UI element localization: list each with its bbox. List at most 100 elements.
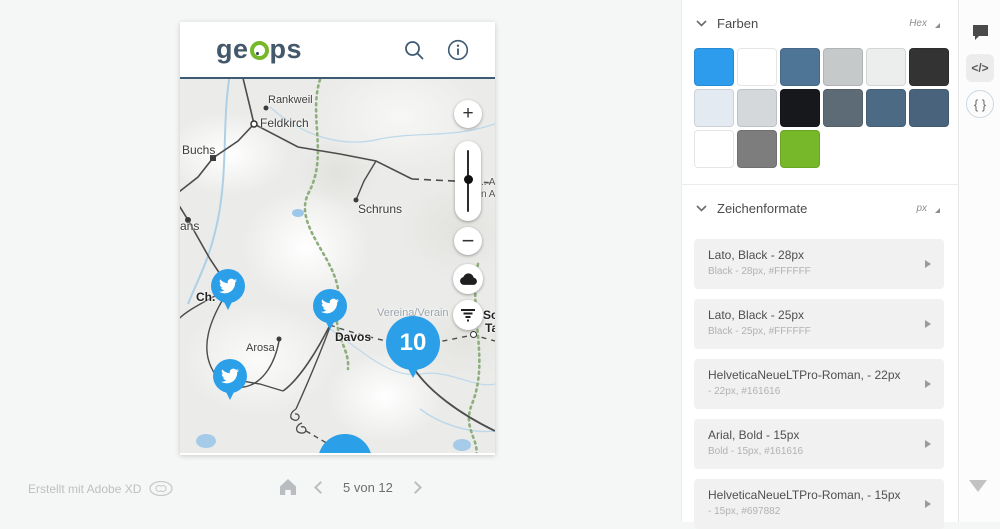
expand-arrow-icon[interactable] xyxy=(925,500,931,508)
styles-section-title: Zeichenformate xyxy=(717,201,807,216)
chevron-down-icon[interactable] xyxy=(696,205,707,212)
expand-arrow-icon[interactable] xyxy=(925,380,931,388)
prev-artboard-icon[interactable] xyxy=(314,481,327,494)
right-toolbar-rail: </> { } xyxy=(958,0,1000,522)
color-swatch[interactable] xyxy=(737,130,777,168)
unit-dropdown-icon[interactable] xyxy=(935,23,940,28)
unit-dropdown-icon[interactable] xyxy=(935,208,940,213)
geops-logo: ge ps xyxy=(216,34,302,65)
info-icon[interactable] xyxy=(447,39,469,61)
station-marker xyxy=(470,331,477,338)
zoom-in-button[interactable]: + xyxy=(454,100,482,128)
twitter-bird-icon xyxy=(221,367,239,385)
expand-arrow-icon[interactable] xyxy=(925,320,931,328)
map-label-arosa: Arosa xyxy=(246,342,275,354)
preview-canvas: ge ps xyxy=(0,0,681,522)
style-card-subtitle: Black - 28px, #FFFFFF xyxy=(708,266,932,277)
style-card-title: Lato, Black - 25px xyxy=(708,308,932,322)
scroll-down-indicator-icon[interactable] xyxy=(969,480,987,492)
color-unit-label[interactable]: Hex xyxy=(909,18,927,29)
color-swatch[interactable] xyxy=(737,48,777,86)
map-label-ans: ans xyxy=(180,219,199,233)
map-pin-twitter-davos[interactable] xyxy=(313,289,347,323)
colors-section-header: Farben Hex xyxy=(682,0,958,46)
spec-panel: Farben Hex Zeichenformate px Lato, Black… xyxy=(681,0,958,522)
next-artboard-icon[interactable] xyxy=(409,481,422,494)
character-style-card[interactable]: Lato, Black - 25px Black - 25px, #FFFFFF xyxy=(694,299,944,349)
comments-button[interactable] xyxy=(966,18,994,46)
braces-button[interactable]: { } xyxy=(966,90,994,118)
cluster-count: 10 xyxy=(386,316,440,370)
expand-arrow-icon[interactable] xyxy=(925,440,931,448)
style-card-title: Arial, Bold - 15px xyxy=(708,428,932,442)
color-swatch[interactable] xyxy=(823,89,863,127)
map-label-scuol: Scu xyxy=(483,308,495,322)
character-style-card[interactable]: Lato, Black - 28px Black - 28px, #FFFFFF xyxy=(694,239,944,289)
style-card-subtitle: - 15px, #697882 xyxy=(708,506,932,517)
creative-cloud-icon xyxy=(149,481,173,496)
comment-bubble-icon xyxy=(972,24,989,40)
map-label-cut-a1: .. A xyxy=(481,177,495,188)
logo-green-o xyxy=(250,41,269,60)
map-label-davos: Davos xyxy=(335,330,371,344)
artboard-phone-mockup: ge ps xyxy=(180,22,495,455)
color-swatch[interactable] xyxy=(780,89,820,127)
colors-section-title: Farben xyxy=(717,16,758,31)
map-view[interactable]: Rankweil Feldkirch Buchs Schruns ans .. … xyxy=(180,79,495,453)
styles-unit-label[interactable]: px xyxy=(916,203,927,214)
credit-text: Erstellt mit Adobe XD xyxy=(28,482,141,496)
color-swatch[interactable] xyxy=(866,48,906,86)
color-swatch[interactable] xyxy=(694,130,734,168)
map-label-tarasp: Tar xyxy=(485,321,495,335)
zoom-out-button[interactable]: − xyxy=(454,227,482,255)
style-card-subtitle: - 22px, #161616 xyxy=(708,386,932,397)
map-pin-twitter-chur[interactable] xyxy=(211,269,245,303)
map-label-buchs: Buchs xyxy=(182,143,215,157)
color-swatch[interactable] xyxy=(694,89,734,127)
color-swatch[interactable] xyxy=(823,48,863,86)
twitter-bird-icon xyxy=(219,277,237,295)
logo-text-ps: ps xyxy=(270,34,303,65)
map-cluster-pin[interactable]: 10 xyxy=(386,316,440,370)
map-pin-twitter-arosa[interactable] xyxy=(213,359,247,393)
map-cluster-pin-partial[interactable] xyxy=(318,434,372,453)
pager-label: 5 von 12 xyxy=(343,480,393,495)
color-swatch[interactable] xyxy=(866,89,906,127)
color-swatch[interactable] xyxy=(909,48,949,86)
style-card-subtitle: Bold - 15px, #161616 xyxy=(708,446,932,457)
zoom-slider-knob[interactable] xyxy=(464,175,473,184)
map-label-cut-a2: n A xyxy=(481,189,495,200)
home-icon[interactable] xyxy=(278,478,298,496)
style-card-title: Lato, Black - 28px xyxy=(708,248,932,262)
cloud-icon xyxy=(459,272,477,286)
adobe-xd-credit: Erstellt mit Adobe XD xyxy=(28,481,173,496)
character-style-card[interactable]: HelveticaNeueLTPro-Roman, - 22px - 22px, … xyxy=(694,359,944,409)
color-swatch[interactable] xyxy=(737,89,777,127)
map-label-rankweil: Rankweil xyxy=(268,94,313,106)
style-card-subtitle: Black - 25px, #FFFFFF xyxy=(708,326,932,337)
character-style-card[interactable]: Arial, Bold - 15px Bold - 15px, #161616 xyxy=(694,419,944,469)
map-label-feldkirch: Feldkirch xyxy=(260,116,309,130)
logo-text-ge: ge xyxy=(216,34,249,65)
zoom-slider[interactable] xyxy=(455,141,481,221)
artboard-pager: 5 von 12 xyxy=(278,478,420,496)
character-style-list: Lato, Black - 28pxBlack - 28px, #FFFFFFL… xyxy=(682,231,958,529)
chevron-down-icon[interactable] xyxy=(696,20,707,27)
filter-button[interactable] xyxy=(453,300,483,330)
style-card-title: HelveticaNeueLTPro-Roman, - 15px xyxy=(708,488,932,502)
twitter-bird-icon xyxy=(321,297,339,315)
filter-funnel-icon xyxy=(460,308,476,323)
app-header: ge ps xyxy=(180,22,495,79)
search-icon[interactable] xyxy=(403,39,425,61)
styles-section-header: Zeichenformate px xyxy=(682,185,958,231)
layers-cloud-button[interactable] xyxy=(453,264,483,294)
expand-arrow-icon[interactable] xyxy=(925,260,931,268)
color-swatch[interactable] xyxy=(909,89,949,127)
color-swatch[interactable] xyxy=(780,48,820,86)
color-swatch[interactable] xyxy=(780,130,820,168)
specs-code-button[interactable]: </> xyxy=(966,54,994,82)
map-label-schruns: Schruns xyxy=(358,202,402,216)
style-card-title: HelveticaNeueLTPro-Roman, - 22px xyxy=(708,368,932,382)
color-swatch-grid xyxy=(682,46,958,182)
color-swatch[interactable] xyxy=(694,48,734,86)
